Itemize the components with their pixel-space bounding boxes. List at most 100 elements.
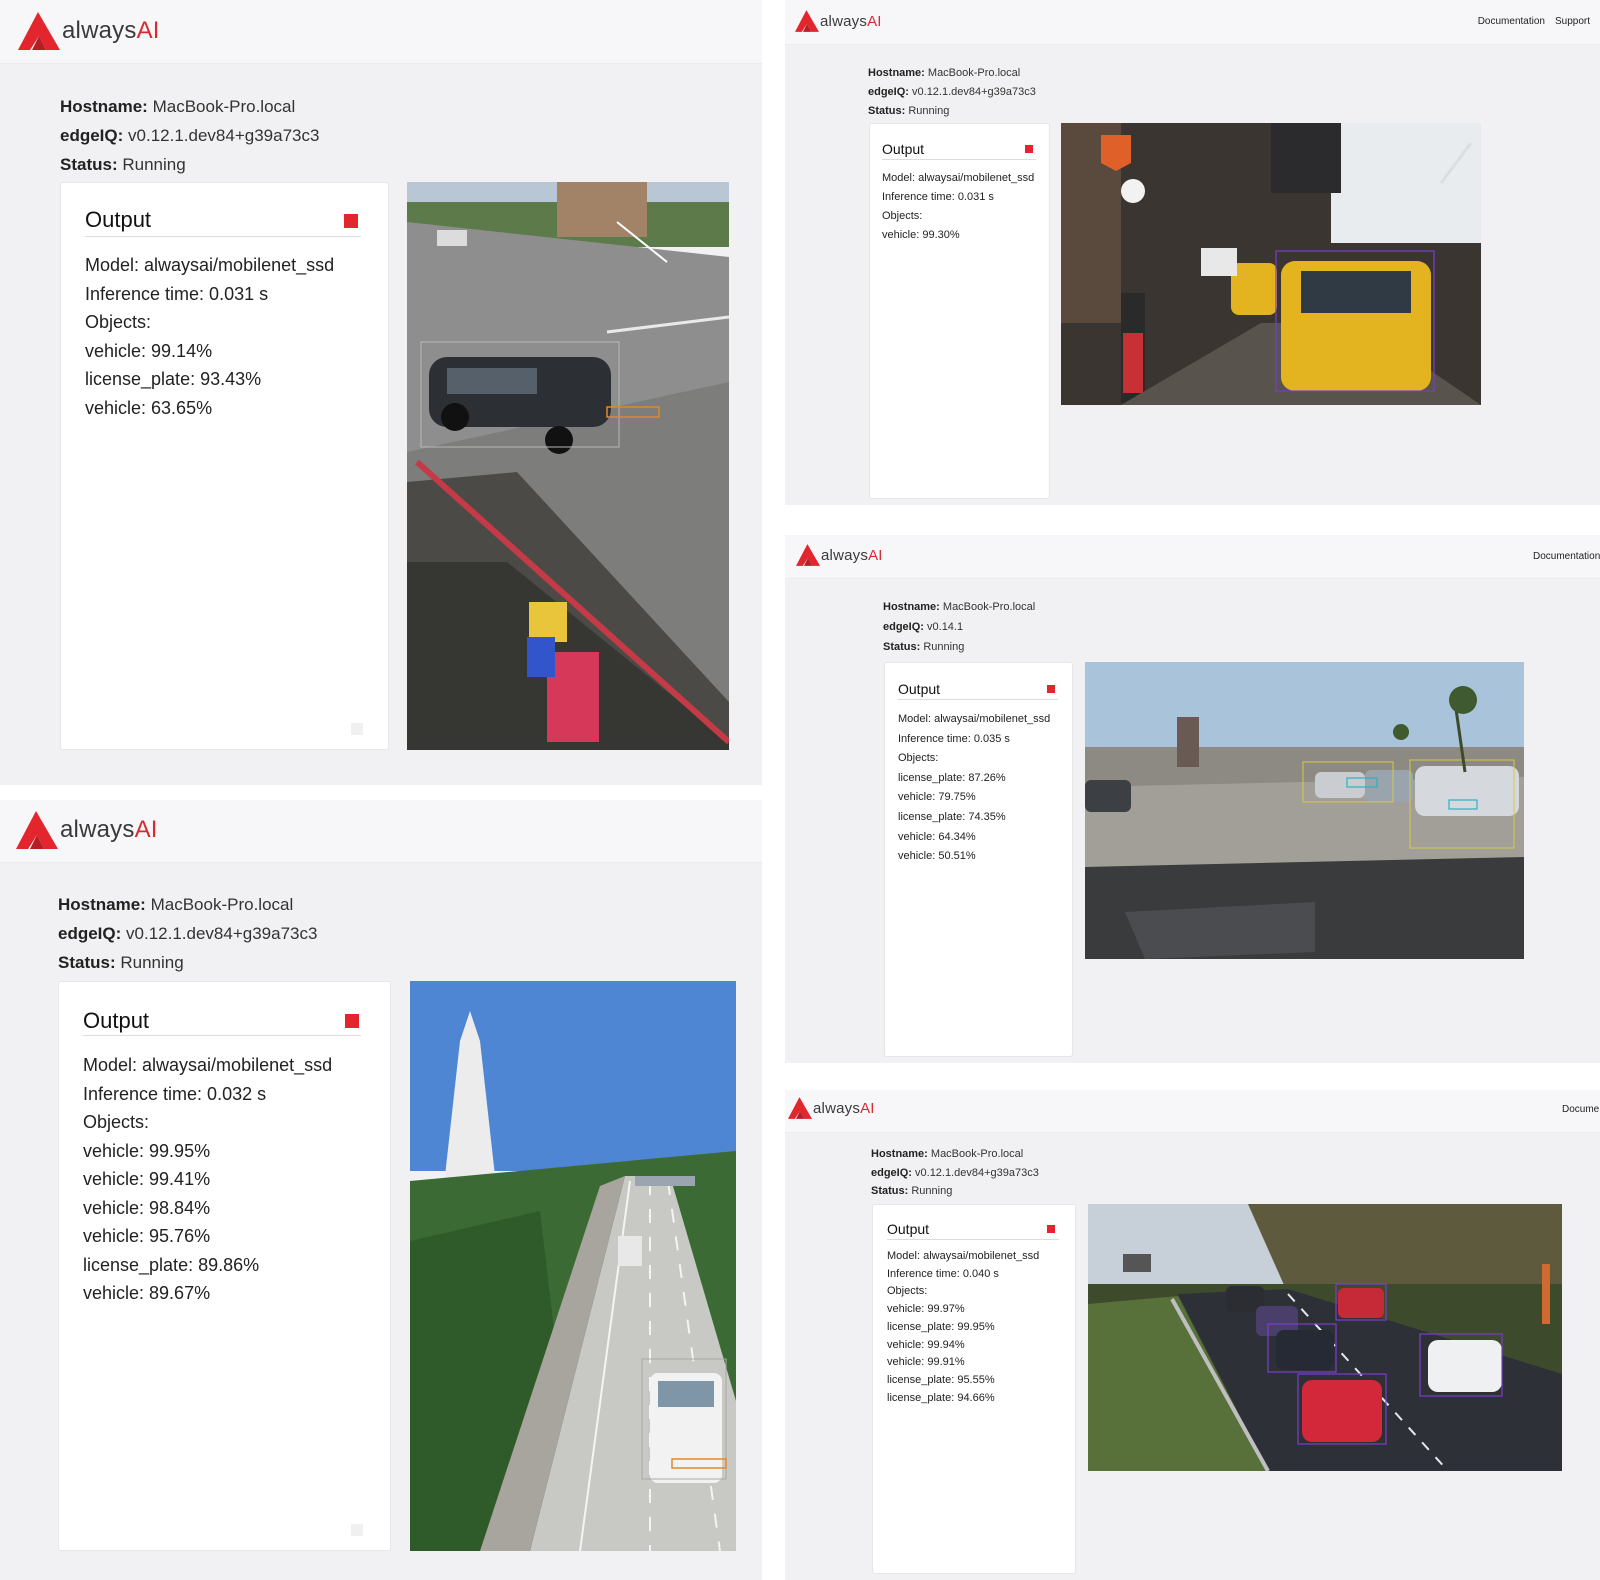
status-value: Running bbox=[923, 641, 965, 653]
output-card: Output Model: alwaysai/mobilenet_ssd Inf… bbox=[60, 182, 389, 750]
brand-name-suffix: AI bbox=[136, 17, 160, 44]
hostname-label: Hostname: bbox=[868, 67, 925, 79]
hostname-value: MacBook-Pro.local bbox=[150, 895, 294, 914]
freeway-image bbox=[410, 981, 736, 1551]
top-bar: alwaysAI Documentation bbox=[785, 535, 1600, 579]
output-line: Objects: bbox=[85, 312, 152, 332]
stop-button[interactable] bbox=[1047, 1225, 1055, 1233]
output-line: Model: alwaysai/mobilenet_ssd bbox=[85, 255, 335, 275]
nav-documentation[interactable]: Documentation bbox=[1533, 551, 1600, 562]
output-line: vehicle: 99.14% bbox=[85, 340, 213, 361]
top-nav: Documentation bbox=[1533, 551, 1600, 562]
resize-handle[interactable] bbox=[351, 1524, 363, 1536]
divider bbox=[83, 1035, 361, 1036]
app-window-4: alwaysAI Documentation Hostname: MacBook… bbox=[785, 535, 1600, 1063]
status-label: Status: bbox=[58, 953, 116, 972]
output-card: Output Model: alwaysai/mobilenet_ssd Inf… bbox=[872, 1204, 1076, 1574]
alwaysai-logo[interactable]: alwaysAI bbox=[788, 1097, 875, 1119]
hostname-label: Hostname: bbox=[60, 97, 148, 116]
brand-name: always bbox=[820, 12, 868, 30]
edgeiq-label: edgeIQ: bbox=[871, 1166, 912, 1179]
divider bbox=[887, 1239, 1059, 1240]
edgeiq-version: v0.12.1.dev84+g39a73c3 bbox=[126, 924, 318, 943]
hostname-label: Hostname: bbox=[883, 601, 940, 613]
hostname-value: MacBook-Pro.local bbox=[930, 1148, 1024, 1160]
output-line: vehicle: 99.30% bbox=[882, 229, 960, 241]
alwaysai-logo-icon bbox=[16, 811, 58, 849]
output-title: Output bbox=[887, 1221, 930, 1237]
brand-name: always bbox=[813, 1099, 861, 1117]
edgeiq-version: v0.12.1.dev84+g39a73c3 bbox=[915, 1166, 1039, 1179]
output-lines: Model: alwaysai/mobilenet_ssd Inference … bbox=[85, 251, 334, 422]
output-line: license_plate: 99.95% bbox=[887, 1320, 995, 1333]
output-line: Inference time: 0.032 s bbox=[83, 1083, 267, 1104]
output-line: Model: alwaysai/mobilenet_ssd bbox=[898, 713, 1051, 725]
alwaysai-logo[interactable]: alwaysAI bbox=[796, 544, 883, 566]
output-lines: Model: alwaysai/mobilenet_ssd Inference … bbox=[887, 1248, 1039, 1407]
video-feed bbox=[407, 182, 729, 750]
status-value: Running bbox=[122, 155, 186, 174]
host-info: Hostname: MacBook-Pro.local edgeIQ: v0.1… bbox=[871, 1145, 1039, 1201]
output-line: license_plate: 94.66% bbox=[887, 1391, 995, 1404]
street-intersection-image bbox=[407, 182, 729, 750]
edgeiq-label: edgeIQ: bbox=[868, 86, 909, 98]
alwaysai-logo[interactable]: alwaysAI bbox=[16, 811, 158, 849]
app-window-2: alwaysAI Hostname: MacBook-Pro.local edg… bbox=[0, 800, 762, 1580]
divider bbox=[85, 236, 361, 237]
nav-documentation[interactable]: Docume bbox=[1562, 1104, 1599, 1115]
edgeiq-version: v0.12.1.dev84+g39a73c3 bbox=[912, 86, 1036, 98]
output-line: vehicle: 99.41% bbox=[83, 1169, 211, 1189]
output-line: Inference time: 0.040 s bbox=[887, 1267, 999, 1280]
top-nav: Documentation Support bbox=[1478, 16, 1590, 27]
hostname-value: MacBook-Pro.local bbox=[152, 97, 296, 116]
divider bbox=[882, 159, 1036, 160]
alwaysai-logo[interactable]: alwaysAI bbox=[795, 10, 882, 32]
alwaysai-logo-icon bbox=[788, 1097, 812, 1119]
stop-button[interactable] bbox=[345, 1014, 359, 1028]
output-line: vehicle: 99.95% bbox=[83, 1140, 211, 1161]
output-line: license_plate: 89.86% bbox=[83, 1254, 260, 1275]
hostname-label: Hostname: bbox=[871, 1148, 928, 1160]
nav-support[interactable]: Support bbox=[1555, 16, 1590, 27]
output-line: Model: alwaysai/mobilenet_ssd bbox=[882, 172, 1035, 184]
stop-button[interactable] bbox=[1047, 685, 1055, 693]
output-title: Output bbox=[85, 207, 152, 232]
output-line: vehicle: 99.91% bbox=[887, 1356, 965, 1369]
output-card: Output Model: alwaysai/mobilenet_ssd Inf… bbox=[869, 123, 1050, 499]
output-line: Inference time: 0.035 s bbox=[898, 732, 1010, 745]
brand-name-suffix: AI bbox=[860, 1099, 875, 1117]
output-line: vehicle: 99.94% bbox=[887, 1338, 965, 1351]
edgeiq-version: v0.14.1 bbox=[927, 621, 964, 633]
status-label: Status: bbox=[883, 641, 921, 653]
output-line: vehicle: 50.51% bbox=[898, 850, 976, 863]
top-bar: alwaysAI bbox=[0, 0, 762, 64]
top-bar: alwaysAI bbox=[0, 800, 762, 863]
output-line: Objects: bbox=[898, 752, 939, 765]
nav-documentation[interactable]: Documentation bbox=[1478, 16, 1545, 27]
output-line: vehicle: 98.84% bbox=[83, 1197, 211, 1218]
status-value: Running bbox=[120, 953, 184, 972]
output-line: license_plate: 93.43% bbox=[85, 369, 262, 389]
video-feed bbox=[410, 981, 736, 1551]
video-feed bbox=[1085, 662, 1524, 959]
output-lines: Model: alwaysai/mobilenet_ssd Inference … bbox=[882, 169, 1034, 245]
edgeiq-label: edgeIQ: bbox=[883, 621, 924, 633]
alwaysai-logo[interactable]: alwaysAI bbox=[18, 12, 160, 50]
brand-name: always bbox=[62, 17, 137, 44]
output-line: Inference time: 0.031 s bbox=[882, 191, 994, 203]
app-window-1: alwaysAI Hostname: MacBook-Pro.local edg… bbox=[0, 0, 762, 785]
output-line: vehicle: 63.65% bbox=[85, 397, 213, 418]
output-line: Inference time: 0.031 s bbox=[85, 283, 269, 304]
output-line: Objects: bbox=[83, 1112, 150, 1132]
resize-handle[interactable] bbox=[351, 723, 363, 735]
output-title: Output bbox=[898, 681, 941, 697]
status-label: Status: bbox=[868, 105, 906, 117]
brand-name-suffix: AI bbox=[868, 546, 883, 564]
top-bar: alwaysAI Documentation Support bbox=[785, 0, 1600, 45]
hostname-value: MacBook-Pro.local bbox=[927, 67, 1021, 79]
output-title: Output bbox=[83, 1008, 150, 1033]
output-line: Model: alwaysai/mobilenet_ssd bbox=[83, 1055, 333, 1075]
output-card: Output Model: alwaysai/mobilenet_ssd Inf… bbox=[884, 662, 1073, 1057]
stop-button[interactable] bbox=[1025, 145, 1033, 153]
stop-button[interactable] bbox=[344, 214, 358, 228]
